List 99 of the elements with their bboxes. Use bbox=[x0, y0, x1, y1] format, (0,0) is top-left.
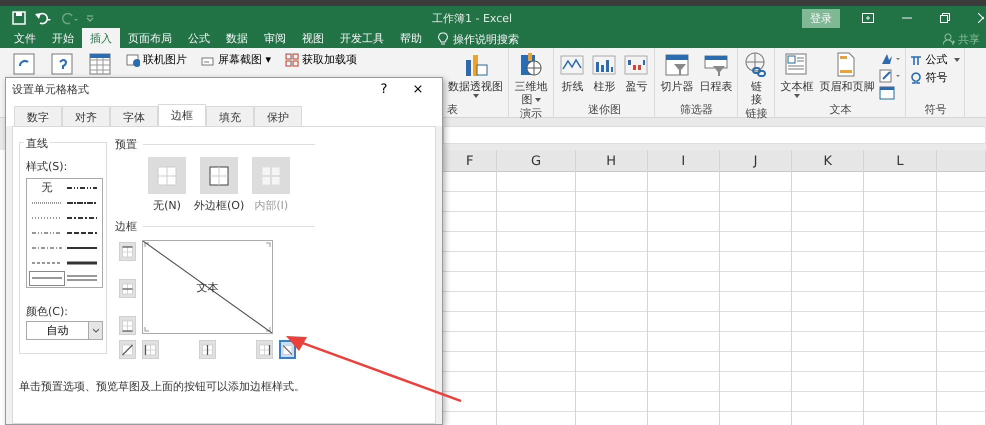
column-header[interactable]: G bbox=[497, 150, 575, 172]
menu-tab[interactable]: 视图 bbox=[294, 28, 332, 48]
save-icon[interactable] bbox=[12, 11, 26, 25]
globe-icon bbox=[518, 52, 544, 78]
column-header[interactable]: J bbox=[720, 150, 792, 172]
field-label: 颜色(C): bbox=[26, 304, 69, 319]
person-icon bbox=[943, 33, 955, 45]
menu-tab[interactable]: 页面布局 bbox=[120, 28, 180, 48]
chevron-icon bbox=[92, 328, 100, 333]
ribbon-button[interactable]: 符号 bbox=[910, 70, 960, 85]
grid-icon bbox=[285, 52, 300, 67]
line-sample-icon bbox=[32, 200, 62, 205]
menu-tab[interactable]: 审阅 bbox=[256, 28, 294, 48]
ribbon-button[interactable]: 折线 bbox=[558, 52, 586, 93]
line-sample-icon bbox=[67, 186, 98, 190]
grid-icon bbox=[207, 164, 232, 188]
line-sample-icon bbox=[67, 261, 98, 266]
ribbon-icon[interactable] bbox=[88, 52, 112, 76]
line-style-option[interactable]: 无 bbox=[29, 180, 64, 195]
ribbon-button[interactable]: 柱形 bbox=[590, 52, 618, 93]
ribbon-button[interactable]: 数据透视图 bbox=[447, 52, 504, 98]
lightbulb-icon bbox=[438, 32, 448, 46]
grid-icon bbox=[155, 164, 179, 188]
menu-tab[interactable]: 插入 bbox=[82, 28, 120, 48]
filter-icon bbox=[664, 52, 690, 78]
ribbon-icon[interactable] bbox=[50, 52, 74, 76]
column-header[interactable]: F bbox=[443, 150, 496, 172]
line-sample-icon bbox=[32, 276, 62, 280]
group-label: 表 bbox=[447, 102, 459, 117]
dialog-tab[interactable]: 填充 bbox=[206, 106, 254, 126]
dialog-tab[interactable]: 字体 bbox=[110, 106, 158, 126]
undo-icon[interactable] bbox=[34, 11, 52, 25]
ribbon-button[interactable]: 三维地图 bbox=[513, 52, 550, 106]
window-title: 工作簿1 - Excel bbox=[432, 10, 514, 26]
group-label: 文本 bbox=[828, 102, 852, 117]
line-style-list[interactable]: 无 bbox=[26, 178, 103, 288]
column-header[interactable]: K bbox=[792, 150, 864, 172]
line-style-option[interactable] bbox=[29, 270, 64, 286]
line-sample-icon bbox=[32, 246, 62, 250]
dialog-tab[interactable]: 保护 bbox=[254, 106, 302, 126]
menu-tab[interactable]: 文件 bbox=[6, 28, 44, 48]
object-icon[interactable] bbox=[879, 86, 896, 100]
menu-tab[interactable]: 开始 bbox=[44, 28, 82, 48]
line-sample-icon bbox=[67, 275, 98, 282]
ribbon-button[interactable]: 获取加载项 bbox=[285, 52, 358, 72]
dialog-tab[interactable]: 对齐 bbox=[62, 106, 110, 126]
close-button[interactable]: × bbox=[408, 82, 428, 96]
ribbon-button[interactable]: 公式 bbox=[910, 52, 960, 67]
menu-tab[interactable]: 公式 bbox=[180, 28, 218, 48]
omega-icon bbox=[910, 72, 922, 84]
dialog-tab[interactable]: 边框 bbox=[158, 104, 206, 126]
menu-tab[interactable]: 开发工具 bbox=[332, 28, 392, 48]
groupbox-title: 直线 bbox=[24, 136, 50, 151]
customize-icon[interactable] bbox=[86, 14, 94, 22]
pi-icon bbox=[910, 54, 922, 66]
line-sample-icon bbox=[32, 261, 62, 266]
ribbon-icon[interactable] bbox=[12, 52, 36, 76]
ribbon-button[interactable]: 屏幕截图 ▾ bbox=[201, 52, 272, 72]
signature-icon[interactable] bbox=[879, 69, 902, 83]
ribbon-display-icon[interactable] bbox=[862, 13, 874, 23]
ribbon-button[interactable]: 联机图片 bbox=[126, 52, 187, 72]
line-sample-icon bbox=[67, 216, 98, 220]
ribbon-button[interactable]: 页眉和页脚 bbox=[818, 52, 876, 93]
ribbon-button[interactable]: 文本框 bbox=[779, 52, 814, 98]
close-icon[interactable] bbox=[978, 13, 984, 23]
column-header[interactable]: L bbox=[864, 150, 936, 172]
field-label: 样式(S): bbox=[26, 159, 68, 174]
color-dropdown[interactable]: 自动 bbox=[26, 321, 103, 340]
line-sample-icon bbox=[67, 246, 98, 250]
search-prompt[interactable]: 操作说明搜索 bbox=[453, 32, 519, 46]
ribbon-button[interactable]: 链接 bbox=[742, 52, 770, 106]
column-header[interactable]: H bbox=[576, 150, 647, 172]
line-sample-icon bbox=[32, 230, 62, 235]
dialog-title: 设置单元格格式 bbox=[12, 82, 90, 96]
dialog-tab[interactable]: 数字 bbox=[14, 106, 62, 126]
section-label: 预置 bbox=[115, 137, 137, 152]
restore-icon[interactable] bbox=[940, 13, 950, 23]
ribbon-button[interactable]: 盈亏 bbox=[622, 52, 650, 93]
picture-icon bbox=[126, 52, 140, 67]
line-sample-icon bbox=[32, 216, 62, 220]
border-button[interactable] bbox=[279, 340, 296, 359]
preview-text: 文本 bbox=[196, 280, 218, 294]
group-label: 链接 bbox=[744, 106, 768, 121]
group-label: 符号 bbox=[923, 102, 948, 117]
group-label: 演示 bbox=[519, 106, 544, 121]
wordart-icon[interactable] bbox=[879, 52, 902, 66]
menu-tab[interactable]: 数据 bbox=[218, 28, 256, 48]
hint-text: 单击预置选项、预览草图及上面的按钮可以添加边框样式。 bbox=[19, 379, 306, 394]
line-sample-icon bbox=[67, 230, 98, 235]
border-preview[interactable]: 文本 bbox=[142, 240, 273, 334]
section-label: 边框 bbox=[115, 219, 137, 234]
group-label: 筛选器 bbox=[678, 102, 714, 117]
menu-tab[interactable]: 帮助 bbox=[392, 28, 430, 48]
column-header[interactable]: I bbox=[648, 150, 719, 172]
line-sample-icon bbox=[67, 200, 98, 205]
help-button[interactable]: ? bbox=[374, 82, 394, 96]
ribbon-button[interactable]: 切片器 bbox=[659, 52, 694, 93]
group-label: 迷你图 bbox=[586, 102, 622, 117]
ribbon-button[interactable]: 日程表 bbox=[698, 52, 734, 93]
